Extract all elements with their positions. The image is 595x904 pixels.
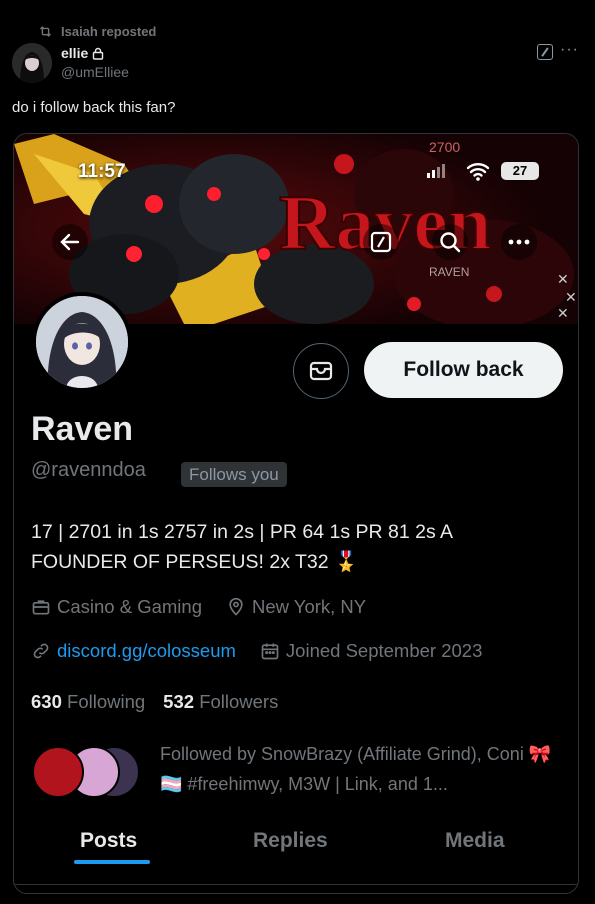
envelope-icon <box>309 361 333 381</box>
repost-indicator[interactable]: Isaiah reposted <box>38 22 156 40</box>
profile-name: Raven <box>31 410 134 448</box>
profile-category: Casino & Gaming <box>57 596 202 617</box>
svg-text:✕: ✕ <box>565 289 577 305</box>
profile-tabs: Posts Replies Media <box>14 814 578 874</box>
profile-joined: Joined September 2023 <box>285 640 483 661</box>
battery-icon: 27 <box>501 162 539 180</box>
divider <box>14 884 578 885</box>
post-text: do i follow back this fan? <box>12 99 176 116</box>
back-arrow-icon[interactable] <box>52 224 88 260</box>
avatar <box>32 746 84 798</box>
message-button[interactable] <box>293 343 349 399</box>
wifi-icon <box>466 163 490 181</box>
profile-meta-row-2: discord.gg/colosseum Joined September 20… <box>31 640 482 662</box>
profile-meta-row: Casino & Gaming New York, NY <box>31 596 366 618</box>
profile-avatar[interactable] <box>32 292 132 392</box>
location-pin-icon <box>229 597 243 616</box>
profile-handle: @ravenndoa <box>31 459 146 481</box>
grok-icon[interactable] <box>363 224 399 260</box>
attached-screenshot[interactable]: Raven 2700 RAVEN ✕ ✕ ✕ 11:57 27 Follow b… <box>13 133 579 894</box>
grok-icon[interactable] <box>537 44 553 60</box>
follow-counts: 630 Following 532 Followers <box>31 691 278 713</box>
svg-text:RAVEN: RAVEN <box>429 265 469 279</box>
calendar-icon <box>261 643 279 660</box>
cellular-signal-icon <box>427 164 445 178</box>
author-handle[interactable]: @umElliee <box>61 64 129 80</box>
more-options-icon[interactable] <box>501 224 537 260</box>
svg-text:✕: ✕ <box>557 305 569 321</box>
follow-back-button[interactable]: Follow back <box>364 342 563 398</box>
followed-by-avatars[interactable] <box>32 746 142 798</box>
author-avatar[interactable] <box>12 43 52 83</box>
briefcase-icon <box>32 600 50 615</box>
search-icon[interactable] <box>432 224 468 260</box>
svg-text:2700: 2700 <box>429 139 460 155</box>
tab-media[interactable]: Media <box>445 829 505 853</box>
active-tab-indicator <box>74 860 150 864</box>
repost-icon <box>40 25 51 37</box>
followers-link[interactable]: 532 Followers <box>163 691 278 713</box>
author-name[interactable]: ellie <box>61 45 88 61</box>
tab-posts[interactable]: Posts <box>80 829 137 853</box>
protected-lock-icon <box>93 47 104 60</box>
status-bar-time: 11:57 <box>78 161 126 182</box>
svg-text:✕: ✕ <box>557 271 569 287</box>
author-name-row[interactable]: ellie <box>61 45 104 61</box>
followed-by-text[interactable]: Followed by SnowBrazy (Affiliate Grind),… <box>160 739 560 799</box>
more-options-icon[interactable]: ··· <box>560 41 579 59</box>
tab-replies[interactable]: Replies <box>253 829 328 853</box>
profile-bio: 17 | 2701 in 1s 2757 in 2s | PR 64 1s PR… <box>31 521 452 573</box>
repost-label: Isaiah reposted <box>61 23 157 39</box>
profile-link[interactable]: discord.gg/colosseum <box>57 640 236 662</box>
following-link[interactable]: 630 Following <box>31 691 145 713</box>
follows-you-badge: Follows you <box>181 462 287 487</box>
profile-location: New York, NY <box>251 596 367 617</box>
link-icon <box>33 643 49 659</box>
